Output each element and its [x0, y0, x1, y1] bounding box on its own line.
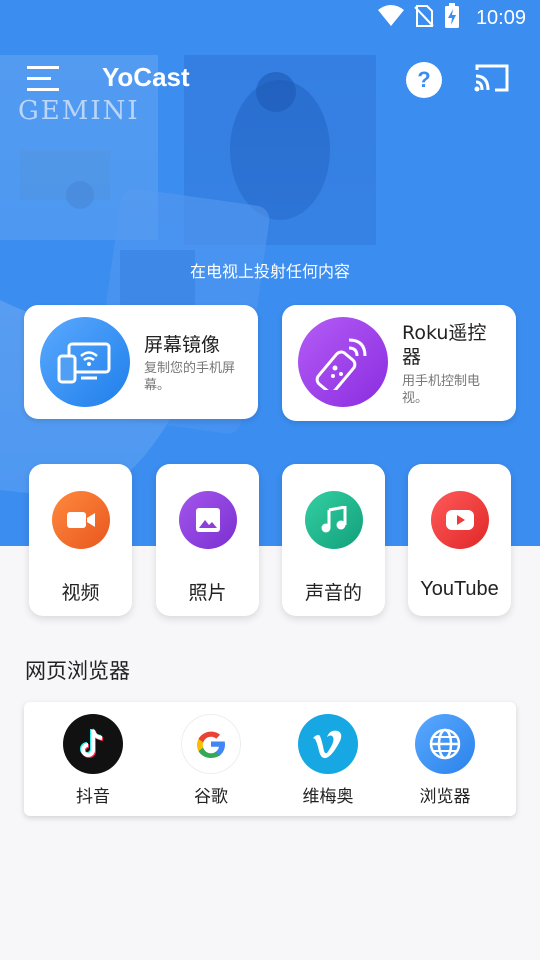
web-item-vimeo[interactable]: 维梅奥 — [283, 714, 373, 810]
video-camera-icon — [52, 491, 110, 549]
web-section-title: 网页浏览器 — [25, 659, 130, 683]
status-time: 10:09 — [475, 6, 526, 29]
web-item-label: 抖音 — [76, 787, 110, 807]
menu-button[interactable] — [22, 60, 66, 100]
music-note-icon — [305, 491, 363, 549]
web-item-google[interactable]: 谷歌 — [166, 714, 256, 810]
status-bar: 10:09 — [0, 0, 540, 36]
cast-button[interactable] — [470, 60, 514, 100]
image-icon — [179, 491, 237, 549]
feature-subtitle: 用手机控制电视。 — [402, 374, 481, 406]
feature-subtitle: 复制您的手机屏幕。 — [144, 361, 236, 393]
web-item-label: 谷歌 — [194, 787, 228, 807]
category-photo[interactable]: 照片 — [156, 464, 259, 616]
wifi-icon — [377, 5, 404, 31]
category-video[interactable]: 视频 — [29, 464, 132, 616]
category-label: YouTube — [420, 578, 499, 600]
battery-charging-icon — [444, 3, 460, 33]
category-label: 声音的 — [304, 582, 362, 604]
app-title: YoCast — [102, 62, 190, 92]
web-item-label: 维梅奥 — [302, 787, 354, 807]
web-item-label: 浏览器 — [419, 787, 471, 807]
remote-control-icon — [298, 317, 388, 407]
roku-remote-card[interactable]: Roku遥控器 用手机控制电视。 — [282, 305, 516, 421]
globe-icon — [415, 714, 475, 774]
category-audio[interactable]: 声音的 — [282, 464, 385, 616]
screen-mirror-icon — [40, 317, 130, 407]
tiktok-icon — [63, 714, 123, 774]
app-bar: YoCast ? — [0, 50, 540, 110]
web-item-browser[interactable]: 浏览器 — [400, 714, 490, 810]
no-sim-icon — [414, 4, 434, 32]
hero-tagline: 在电视上投射任何内容 — [189, 262, 350, 281]
feature-title: Roku遥控器 — [402, 322, 487, 368]
help-icon: ? — [417, 67, 431, 92]
category-youtube[interactable]: YouTube — [408, 464, 511, 616]
cast-icon — [473, 62, 511, 98]
menu-icon — [27, 64, 61, 96]
category-label: 照片 — [188, 582, 227, 604]
screen-mirror-card[interactable]: 屏幕镜像 复制您的手机屏幕。 — [24, 305, 258, 419]
web-item-tiktok[interactable]: 抖音 — [48, 714, 138, 810]
vimeo-icon — [298, 714, 358, 774]
youtube-icon — [431, 491, 489, 549]
google-icon — [181, 714, 241, 774]
category-label: 视频 — [61, 582, 100, 604]
help-button[interactable]: ? — [406, 62, 442, 98]
web-browser-card: 抖音 谷歌 维梅奥 浏览器 — [24, 702, 516, 816]
feature-title: 屏幕镜像 — [144, 334, 221, 356]
